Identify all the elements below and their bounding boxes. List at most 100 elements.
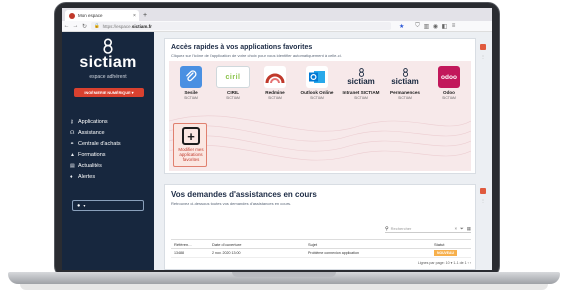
table-pagination[interactable]: Lignes par page: 10 ▾ 1-1 de 1 ‹ › — [365, 261, 471, 265]
app-name: Sesile — [184, 90, 198, 95]
chevron-down-icon: ▾ — [83, 203, 86, 208]
outlook-logo-icon — [306, 66, 328, 88]
sidebar: sictiam espace adhérent INGÉNIERIE NUMÉR… — [62, 32, 154, 270]
sidebar-nav: ⚷ Applications ☊ Assistance ⚭ Centrale d… — [70, 116, 150, 182]
address-url: https://espace.sictiam.fr — [102, 23, 152, 29]
app-name: Redmine — [265, 90, 285, 95]
graduation-cap-icon: ▲ — [70, 151, 75, 158]
app-org: SICTIAM — [226, 96, 240, 100]
role-selector-button[interactable]: INGÉNIERIE NUMÉRIQUE ▾ — [74, 88, 144, 97]
column-header-status[interactable]: Statut — [431, 239, 471, 249]
cell-status: NOUVEAU — [431, 248, 471, 258]
quick-access-subtitle: Cliquez sur l'icône de l'application de … — [171, 53, 342, 58]
newspaper-icon: ▤ — [70, 162, 75, 169]
collapse-card-button[interactable] — [480, 44, 486, 50]
app-name: CIRIL — [227, 90, 239, 95]
app-name: Outlook Online — [300, 90, 334, 95]
cell-date: 2 nov. 2020 13:00 — [209, 248, 305, 258]
navigation-bar: ← → ↻ 🔒 https://espace.sictiam.fr ★ ⛉ ▥ … — [62, 21, 492, 32]
handshake-icon: ⚭ — [70, 140, 75, 147]
sidebar-item-applications[interactable]: ⚷ Applications — [70, 116, 150, 127]
card-menu-icon[interactable]: ⋮ — [481, 198, 485, 203]
sidebar-item-formations[interactable]: ▲ Formations — [70, 149, 150, 160]
table-header-row: Référen... Date d'ouverture Sujet Statut — [171, 239, 471, 249]
app-org: SICTIAM — [184, 96, 198, 100]
account-icon[interactable]: ◉ — [431, 23, 440, 30]
browser-window: Mon espace × + ← → ↻ 🔒 https://espace.si… — [62, 8, 492, 270]
modify-favorites-button[interactable]: + Modifier mes applications favorites — [173, 123, 207, 167]
sidebar-item-label: Formations — [78, 151, 106, 158]
add-square-icon: + — [182, 127, 200, 145]
laptop-shadow — [20, 284, 548, 290]
extensions-icon[interactable]: ◧ — [440, 23, 449, 30]
app-name: Intranet SICTIAM — [342, 90, 380, 95]
key-icon: ⚷ — [70, 118, 74, 125]
app-tile-ciril[interactable]: ciril CIRIL SICTIAM — [213, 66, 253, 100]
app-tile-odoo[interactable]: odoo Odoo SICTIAM — [429, 66, 469, 100]
sidebar-item-label: Assistance — [78, 129, 105, 136]
sidebar-item-centrale-achats[interactable]: ⚭ Centrale d'achats — [70, 138, 150, 149]
sidebar-item-label: Centrale d'achats — [78, 140, 121, 147]
browser-tab[interactable]: Mon espace × — [65, 10, 139, 21]
tab-bar: Mon espace × + — [62, 8, 492, 21]
app-tile-redmine[interactable]: Redmine SICTIAM — [255, 66, 295, 100]
sidebar-item-actualites[interactable]: ▤ Actualités — [70, 160, 150, 171]
forward-arrow-icon[interactable]: → — [71, 23, 80, 29]
status-badge: NOUVEAU — [434, 250, 457, 256]
odoo-logo-icon: odoo — [438, 66, 460, 88]
column-header-date[interactable]: Date d'ouverture — [209, 239, 305, 249]
new-tab-button[interactable]: + — [143, 10, 147, 21]
column-header-subject[interactable]: Sujet — [305, 239, 431, 249]
toolbar-icons: ★ ⛉ ▥ ◉ ◧ ≡ — [399, 23, 458, 30]
filter-icon[interactable]: ⏷ — [460, 226, 464, 231]
reload-icon[interactable]: ↻ — [80, 23, 89, 30]
app-tile-intranet-sictiam[interactable]: sictiam Intranet SICTIAM SICTIAM — [341, 66, 381, 100]
card-menu-icon[interactable]: ⋮ — [481, 54, 485, 59]
user-menu-button[interactable]: ● ▾ — [72, 200, 144, 211]
modify-favorites-label: Modifier mes applications favorites — [178, 147, 204, 163]
paperclip-icon — [180, 66, 202, 88]
sidebar-item-label: Applications — [78, 118, 108, 125]
favicon-icon — [69, 12, 75, 19]
ciril-logo-icon: ciril — [216, 66, 250, 88]
app-tile-permanences[interactable]: sictiam Permanences SICTIAM — [385, 66, 425, 100]
columns-icon[interactable]: ▦ — [467, 226, 471, 232]
assistance-card: Vos demandes d'assistances en cours Retr… — [164, 184, 476, 270]
app-org: SICTIAM — [268, 96, 282, 100]
close-tab-icon[interactable]: × — [133, 13, 139, 19]
sidebar-item-assistance[interactable]: ☊ Assistance — [70, 127, 150, 138]
shield-icon[interactable]: ⛉ — [413, 23, 422, 30]
laptop-mockup: Mon espace × + ← → ↻ 🔒 https://espace.si… — [0, 0, 568, 300]
table-row[interactable]: 13488 2 nov. 2020 13:00 Problème connexi… — [171, 248, 471, 258]
cell-subject: Problème connexion application — [305, 248, 431, 258]
chevron-down-icon: ▾ — [131, 91, 134, 95]
column-header-reference[interactable]: Référen... — [171, 239, 209, 249]
apps-grid: Sesile SICTIAM ciril CIRIL SICTIAM Redmi… — [169, 61, 471, 171]
search-input[interactable]: Rechercher — [391, 226, 452, 231]
search-bar[interactable]: ⚲ Rechercher × ⏷ ▦ — [385, 225, 471, 233]
cell-reference: 13488 — [171, 248, 209, 258]
sictiam-logo-icon — [103, 38, 113, 54]
app-org: SICTIAM — [354, 96, 368, 100]
lock-icon: 🔒 — [94, 23, 100, 28]
sictiam-logo-icon: sictiam — [386, 66, 424, 88]
app-tile-outlook-online[interactable]: Outlook Online SICTIAM — [297, 66, 337, 100]
bookmark-star-icon[interactable]: ★ — [399, 23, 413, 30]
app-name: Permanences — [390, 90, 420, 95]
clear-icon[interactable]: × — [454, 226, 457, 231]
sictiam-logo-icon: sictiam — [342, 66, 380, 88]
redmine-logo-icon — [264, 66, 286, 88]
assistance-subtitle: Retrouvez ci-dessous toutes vos demandes… — [171, 201, 292, 206]
address-bar[interactable]: 🔒 https://espace.sictiam.fr — [91, 22, 391, 30]
collapse-card-button[interactable] — [480, 188, 486, 194]
sidebar-item-label: Alertes — [78, 173, 96, 180]
app-tile-sesile[interactable]: Sesile SICTIAM — [171, 66, 211, 100]
app-org: SICTIAM — [398, 96, 412, 100]
assistance-table: Référen... Date d'ouverture Sujet Statut… — [171, 239, 471, 258]
library-icon[interactable]: ▥ — [422, 23, 431, 30]
menu-icon[interactable]: ≡ — [449, 23, 458, 29]
bell-icon: ♦ — [70, 173, 73, 180]
app-name: Odoo — [443, 90, 455, 95]
back-arrow-icon[interactable]: ← — [62, 23, 71, 29]
sidebar-item-alertes[interactable]: ♦ Alertes — [70, 171, 150, 182]
